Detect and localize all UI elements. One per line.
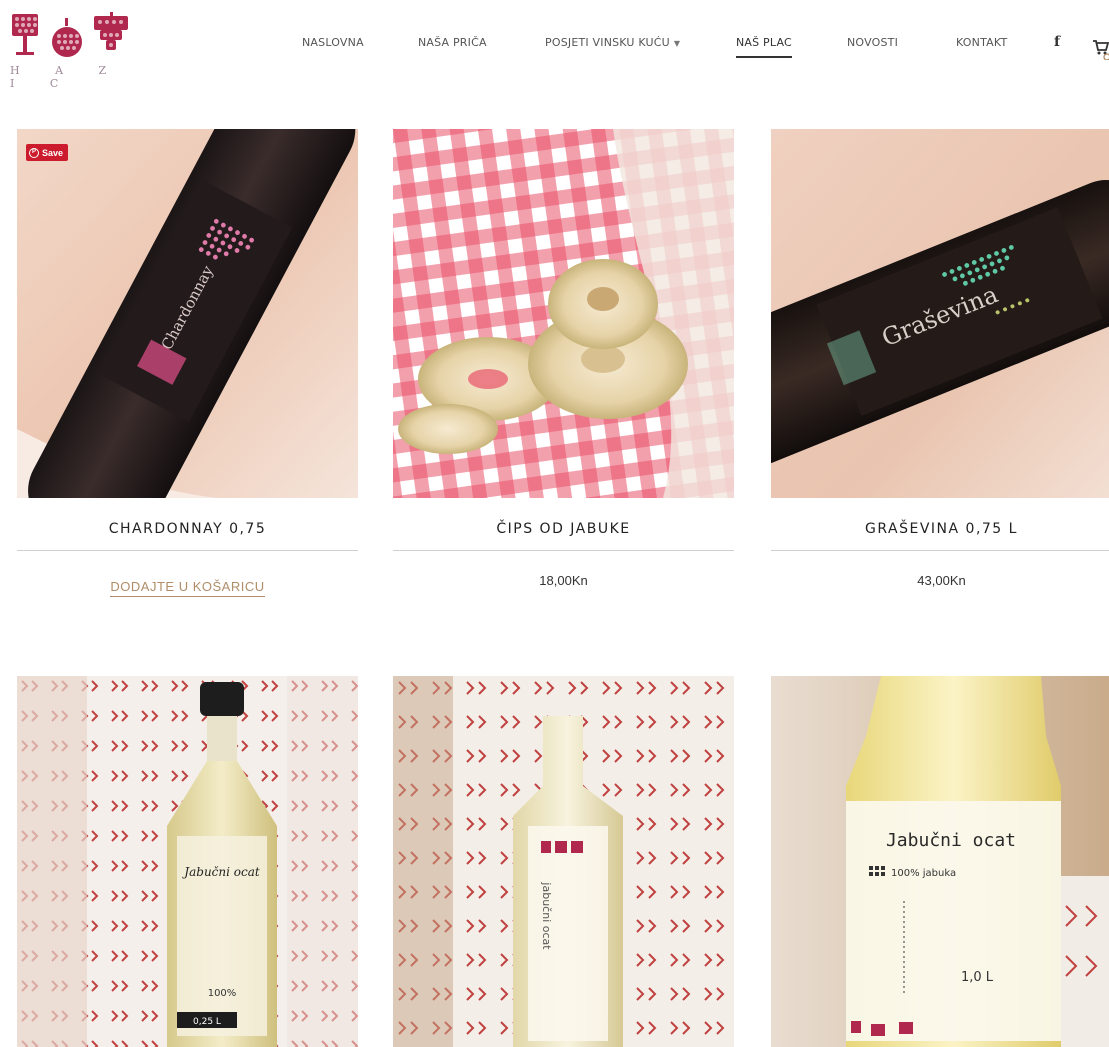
add-to-cart-label: DODAJTE U KOŠARICU [110, 579, 265, 597]
nav-item-naslovna[interactable]: NASLOVNA [302, 36, 364, 49]
bottle-label-text: jabučni ocat [540, 881, 553, 950]
apple-chips-photo [393, 129, 734, 498]
shopping-cart-icon[interactable] [1092, 38, 1109, 60]
product-image[interactable]: Chardonnay [17, 129, 358, 498]
divider [771, 550, 1109, 551]
nav-item-posjeti-vinsku-kucu[interactable]: POSJETI VINSKU KUĆU ▼ [545, 36, 680, 49]
pinterest-save-button[interactable]: P Save [26, 144, 69, 161]
vinegar-bottle-photo: Jabučni ocat 100% 0,25 L [17, 676, 358, 1047]
save-label: Save [42, 147, 64, 158]
product-title[interactable]: CHARDONNAY 0,75 [17, 521, 358, 537]
nav-item-nas-plac[interactable]: NAŠ PLAC [736, 36, 792, 58]
product-title[interactable]: GRAŠEVINA 0,75 L [771, 521, 1109, 537]
product-image[interactable] [393, 129, 734, 498]
vinegar-bottle-photo: Jabučni ocat 100% jabuka 1,0 L [771, 676, 1109, 1047]
product-image[interactable]: jabučni ocat [393, 676, 734, 1047]
grasevina-bottle-photo: Graševina [771, 129, 1109, 498]
divider [17, 550, 358, 551]
chardonnay-bottle-photo: Chardonnay [17, 129, 358, 498]
product-price: 18,00Kn [539, 573, 588, 588]
product-image[interactable]: Jabučni ocat 100% jabuka 1,0 L [771, 676, 1109, 1047]
product-card-jabucni-ocat-glass: jabučni ocat [393, 676, 734, 1047]
product-card-jabucni-ocat-10l: Jabučni ocat 100% jabuka 1,0 L [771, 676, 1109, 1047]
nav-item-nasa-prica[interactable]: NAŠA PRIČA [418, 36, 487, 49]
bottle-sub-text: 100% jabuka [891, 868, 956, 879]
bottle-size-text: 1,0 L [961, 970, 994, 985]
product-card-chardonnay: Chardonnay P Save CHARDONNAY 0,75 DODAJT… [17, 129, 358, 609]
product-price: 43,00Kn [917, 573, 966, 588]
product-card-grasevina: Graševina GRAŠEVINA 0,75 L 43,00Kn [771, 129, 1109, 609]
pinterest-icon: P [29, 147, 39, 158]
bottle-size-text: 0,25 L [193, 1017, 221, 1027]
logo-wordmark: H A Z I C [10, 64, 123, 90]
product-card-jabucni-ocat-025: Jabučni ocat 100% 0,25 L [17, 676, 358, 1047]
divider [393, 550, 734, 551]
nav-item-novosti[interactable]: NOVOSTI [847, 36, 898, 49]
add-to-cart-button[interactable]: DODAJTE U KOŠARICU [17, 579, 358, 597]
product-title[interactable]: ČIPS OD JABUKE [393, 521, 734, 537]
bottle-percent-text: 100% [208, 988, 237, 999]
bottle-label-text: Jabučni ocat [886, 830, 1016, 851]
facebook-icon[interactable]: f [1054, 34, 1060, 50]
bottle-label-text: Jabučni ocat [181, 865, 260, 879]
product-image[interactable]: Jabučni ocat 100% 0,25 L [17, 676, 358, 1047]
nav-item-label: POSJETI VINSKU KUĆU [545, 36, 670, 49]
vinegar-bottle-photo: jabučni ocat [393, 676, 734, 1047]
product-card-cips-od-jabuke: ČIPS OD JABUKE 18,00Kn [393, 129, 734, 609]
main-nav: NASLOVNA NAŠA PRIČA POSJETI VINSKU KUĆU ▼… [0, 36, 1109, 60]
chevron-down-icon: ▼ [673, 39, 681, 48]
product-image[interactable]: Graševina [771, 129, 1109, 498]
nav-item-kontakt[interactable]: KONTAKT [956, 36, 1007, 49]
site-header: H A Z I C NASLOVNA NAŠA PRIČA POSJETI VI… [0, 0, 1109, 90]
